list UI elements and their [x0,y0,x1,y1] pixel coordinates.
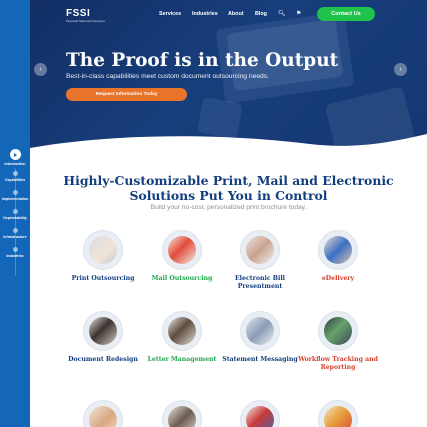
sidebar-item-label: Industries [6,254,24,258]
service-mail-outsourcing[interactable]: Mail Outsourcing [142,230,222,283]
service-image [240,400,280,427]
service-label: Workflow Tracking and Reporting [298,356,378,371]
service-row3-item-1[interactable] [63,400,143,427]
search-icon[interactable]: 🔍︎ [278,10,286,17]
flag-icon[interactable]: ⚑ [296,10,301,17]
service-label: eDelivery [321,275,355,282]
document-redesign-image [83,311,123,351]
sidebar-item-label: Infrastructure [3,235,27,239]
edelivery-image [318,230,358,270]
service-row3-item-4[interactable] [298,400,378,427]
sidebar-nav: Introduction Capabilities Implementation… [0,149,30,266]
dot-icon [12,209,18,214]
logo-tagline: Financial Statement Services [66,19,105,23]
sidebar-item-capabilities[interactable]: Capabilities [0,171,30,190]
nav-about[interactable]: About [228,11,244,17]
sidebar-item-label: Capabilities [4,178,26,182]
sidebar-item-label: Implementation [1,197,29,201]
logo[interactable]: FSSI [66,8,90,19]
hero-title: The Proof is in the Output [66,50,339,71]
service-label: Document Redesign [68,356,138,363]
letter-management-image [162,311,202,351]
dot-icon [12,171,18,176]
play-icon [9,149,21,160]
sidebar-item-label: Dependability [3,216,27,220]
dot-icon [12,247,18,252]
hero-wave-divider [30,134,427,166]
service-image [162,400,202,427]
service-image [83,400,123,427]
section-subtitle: Build your no-cost, personalized print b… [150,204,307,211]
service-label: Statement Messaging [222,356,298,363]
dot-icon [12,228,18,233]
carousel-prev-button[interactable]: ‹ [34,63,47,76]
service-row3-item-3[interactable] [220,400,300,427]
service-workflow-tracking-reporting[interactable]: Workflow Tracking and Reporting [298,311,378,371]
request-information-button[interactable]: Request Information Today [66,88,187,101]
service-edelivery[interactable]: eDelivery [298,230,378,283]
service-letter-management[interactable]: Letter Management [142,311,222,364]
service-label: Mail Outsourcing [151,275,213,282]
service-print-outsourcing[interactable]: Print Outsourcing [63,230,143,283]
section-title: Highly-Customizable Print, Mail and Elec… [63,173,394,203]
hero-subtitle: Best-in-class capabilities meet custom d… [66,73,269,80]
sidebar-item-introduction[interactable]: Introduction [0,149,30,171]
sidebar-item-infrastructure[interactable]: Infrastructure [0,228,30,247]
dot-icon [12,190,18,195]
sidebar-item-implementation[interactable]: Implementation [0,190,30,209]
service-label: Print Outsourcing [71,275,135,282]
sidebar-item-dependability[interactable]: Dependability [0,209,30,228]
nav-services[interactable]: Services [159,11,181,17]
sidebar-item-industries[interactable]: Industries [0,247,30,266]
top-navbar: FSSI Financial Statement Services Servic… [30,0,427,30]
service-image [318,400,358,427]
service-electronic-bill-presentment[interactable]: Electronic Bill Presentment [220,230,300,290]
service-label: Letter Management [147,356,217,363]
carousel-next-button[interactable]: › [394,63,407,76]
print-outsourcing-image [83,230,123,270]
contact-us-button[interactable]: Contact Us [317,7,375,21]
service-label: Electronic Bill Presentment [234,275,286,290]
nav-industries[interactable]: Industries [192,11,218,17]
service-row3-item-2[interactable] [142,400,222,427]
statement-messaging-image [240,311,280,351]
service-document-redesign[interactable]: Document Redesign [63,311,143,364]
nav-blog[interactable]: Blog [255,11,267,17]
workflow-tracking-image [318,311,358,351]
mail-outsourcing-image [162,230,202,270]
service-statement-messaging[interactable]: Statement Messaging [220,311,300,364]
sidebar-item-label: Introduction [4,162,26,166]
electronic-bill-image [240,230,280,270]
